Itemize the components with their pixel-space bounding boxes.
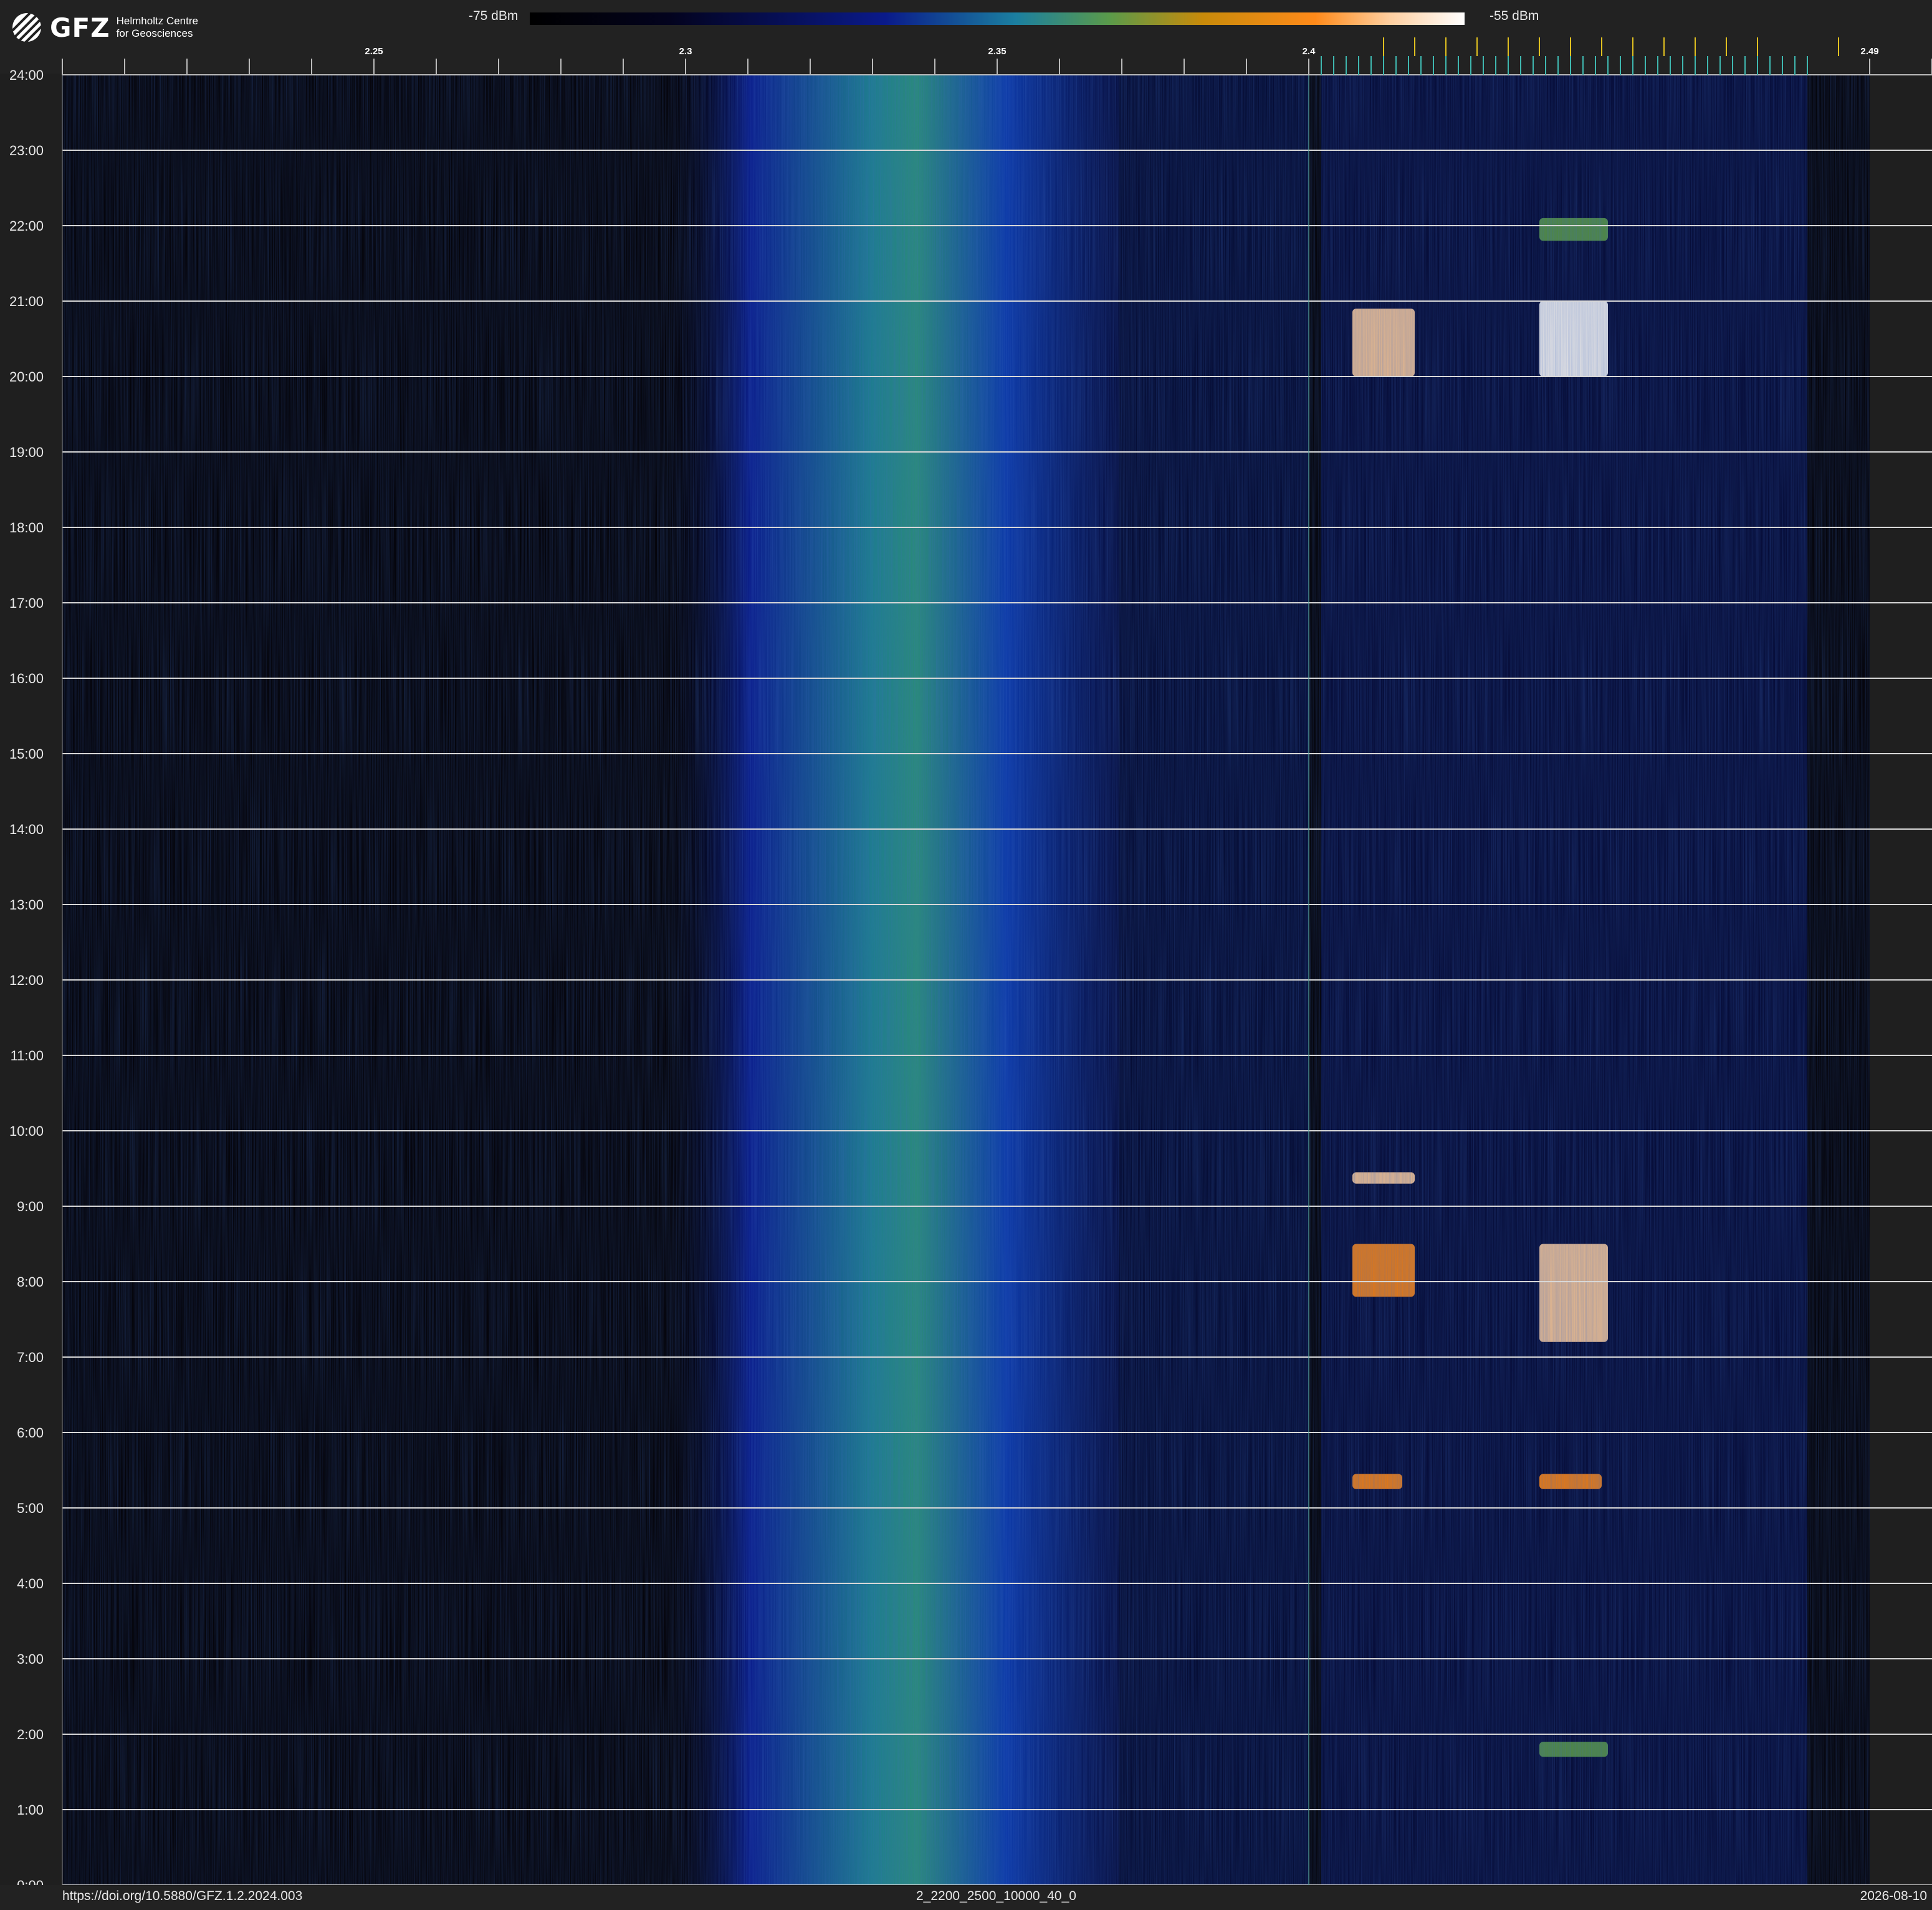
channel-markers bbox=[1321, 37, 1839, 75]
y-tick-label: 13:00 bbox=[9, 897, 44, 913]
x-tick-label: 2.35 bbox=[988, 46, 1006, 57]
x-tick-label: 2.3 bbox=[679, 46, 692, 57]
y-tick-label: 21:00 bbox=[9, 294, 44, 309]
doi-link[interactable]: https://doi.org/10.5880/GFZ.1.2.2024.003 bbox=[62, 1889, 302, 1904]
y-tick-label: 18:00 bbox=[9, 520, 44, 535]
x-tick-label: 2.4 bbox=[1303, 46, 1316, 57]
y-tick-label: 5:00 bbox=[17, 1500, 44, 1516]
x-tick-label: 2.49 bbox=[1860, 46, 1878, 57]
y-tick-label: 24:00 bbox=[9, 67, 44, 83]
y-tick-label: 15:00 bbox=[9, 746, 44, 762]
file-id: 2_2200_2500_10000_40_0 bbox=[916, 1889, 1076, 1903]
y-tick-label: 16:00 bbox=[9, 671, 44, 686]
footer: https://doi.org/10.5880/GFZ.1.2.2024.003… bbox=[0, 1885, 1932, 1910]
x-tick-label: 2.25 bbox=[365, 46, 383, 57]
y-tick-label: 19:00 bbox=[9, 444, 44, 460]
y-tick-label: 2:00 bbox=[17, 1727, 44, 1742]
y-tick-label: 9:00 bbox=[17, 1199, 44, 1214]
x-axis-ticks: 2.25 2.3 2.35 2.4 2.49 bbox=[62, 46, 1932, 75]
y-tick-label: 20:00 bbox=[9, 369, 44, 385]
y-tick-label: 1:00 bbox=[17, 1802, 44, 1818]
y-tick-label: 8:00 bbox=[17, 1274, 44, 1290]
y-tick-label: 10:00 bbox=[9, 1123, 44, 1139]
date-label: 2026-08-10 bbox=[1860, 1889, 1927, 1903]
y-tick-label: 4:00 bbox=[17, 1576, 44, 1591]
y-tick-label: 12:00 bbox=[9, 972, 44, 988]
y-tick-label: 6:00 bbox=[17, 1425, 44, 1441]
y-tick-label: 11:00 bbox=[11, 1048, 44, 1063]
y-tick-label: 3:00 bbox=[17, 1651, 44, 1667]
y-tick-label: 23:00 bbox=[9, 143, 44, 158]
spectrogram-chart: 2.252.32.352.42.49 0:001:002:003:004:005… bbox=[9, 37, 1932, 1893]
y-axis-labels: 0:001:002:003:004:005:006:007:008:009:00… bbox=[9, 67, 44, 1893]
y-tick-label: 22:00 bbox=[9, 218, 44, 234]
y-tick-label: 14:00 bbox=[9, 822, 44, 837]
y-tick-label: 17:00 bbox=[9, 595, 44, 611]
y-tick-label: 7:00 bbox=[17, 1350, 44, 1365]
